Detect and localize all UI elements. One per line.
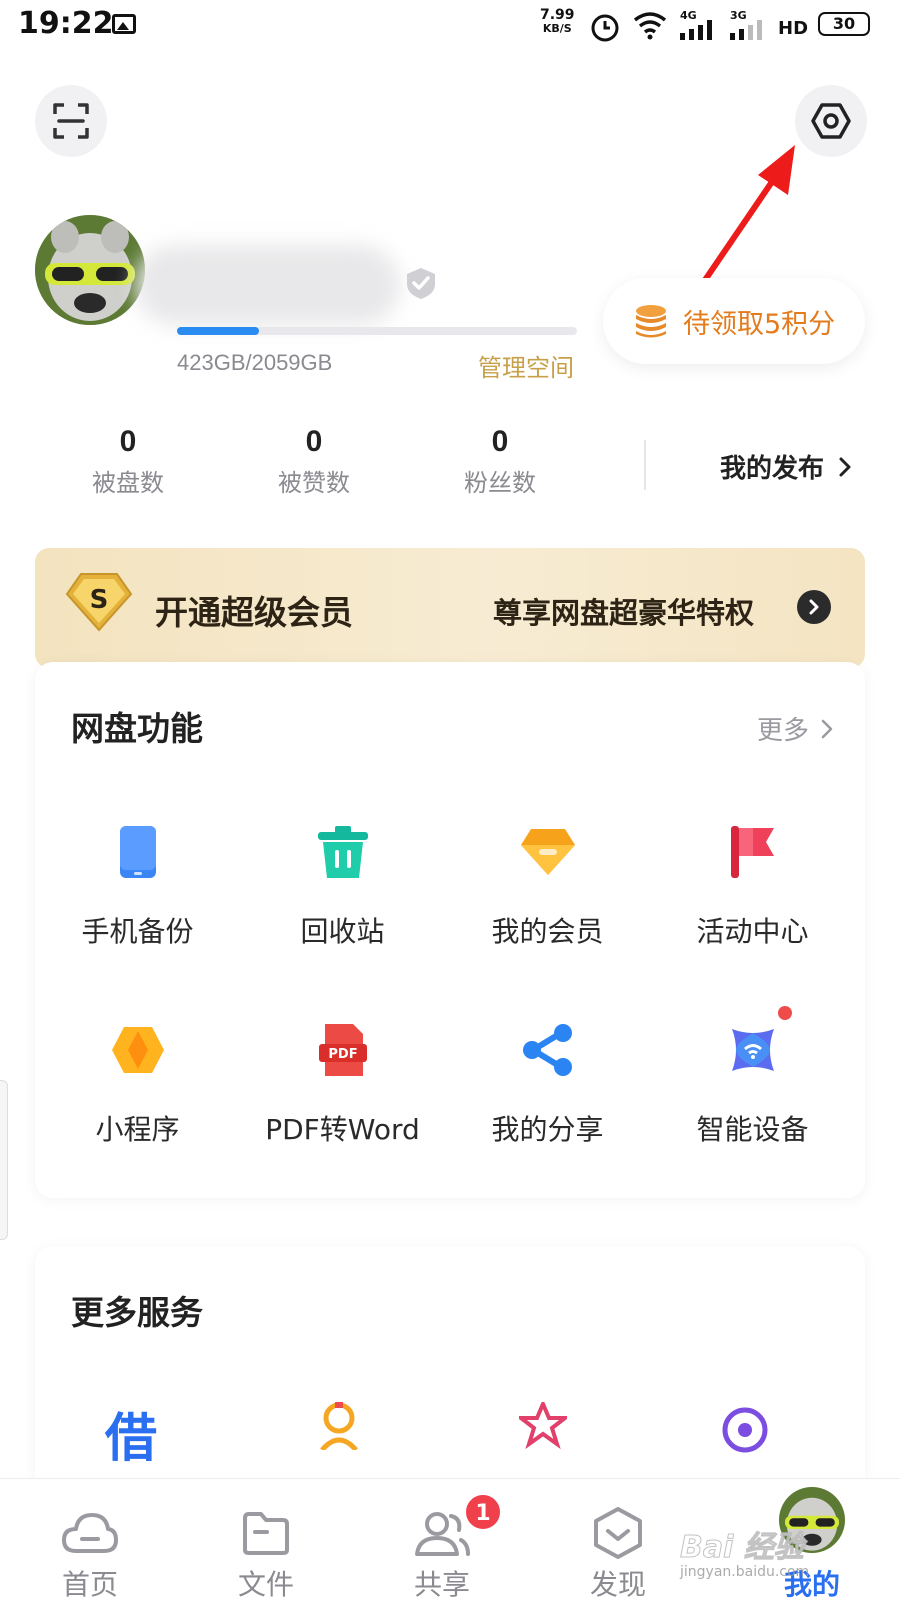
- feature-label: 我的会员: [491, 915, 604, 948]
- alarm-icon: [591, 14, 619, 42]
- net-speed-value: 7.99: [540, 7, 575, 23]
- people-icon: [412, 1505, 472, 1561]
- manage-space-link[interactable]: 管理空间: [478, 348, 574, 383]
- watermark-main: Bai 经验: [680, 1530, 805, 1566]
- coins-icon: [636, 305, 666, 338]
- my-publish-label: 我的发布: [720, 454, 825, 484]
- pdf-icon: PDF: [313, 1020, 373, 1080]
- stat-label: 被盘数: [92, 469, 164, 497]
- feature-my-membership[interactable]: 我的会员: [445, 822, 650, 950]
- vip-diamond-icon: [518, 822, 578, 882]
- stat-value: 0: [305, 425, 323, 458]
- signal-2-icon: [730, 20, 762, 40]
- service-person-icon[interactable]: [318, 1402, 360, 1450]
- stat-label: 被赞数: [278, 469, 350, 497]
- vip-subtitle: 尊享网盘超豪华特权: [493, 596, 755, 630]
- service-loan[interactable]: 借: [105, 1396, 157, 1471]
- feature-smart-device[interactable]: 智能设备: [650, 1006, 855, 1148]
- net-speed: 7.99 KB/S: [540, 8, 575, 36]
- discover-icon: [588, 1505, 648, 1561]
- feature-label: 我的分享: [491, 1113, 604, 1146]
- feature-label: 手机备份: [81, 915, 194, 948]
- feature-recycle-bin[interactable]: 回收站: [240, 822, 445, 950]
- feature-label: 回收站: [300, 915, 385, 948]
- feature-label: PDF转Word: [265, 1113, 420, 1146]
- storage-progress-fill: [177, 327, 259, 335]
- user-avatar[interactable]: [35, 215, 145, 325]
- share-icon: [518, 1020, 578, 1080]
- trash-icon: [313, 822, 373, 882]
- features-card-title: 网盘功能: [71, 709, 203, 748]
- service-target-icon[interactable]: [721, 1406, 769, 1454]
- scan-icon: [53, 103, 89, 139]
- vip-badge-icon: S: [65, 573, 133, 632]
- stat-label: 粉丝数: [464, 469, 536, 497]
- stat-value: 0: [491, 425, 509, 458]
- net-speed-unit: KB/S: [542, 22, 572, 35]
- mini-program-icon: [108, 1020, 168, 1080]
- stat-value: 0: [119, 425, 137, 458]
- storage-progress-bar: [177, 327, 577, 335]
- chevron-right-icon: [809, 599, 819, 615]
- features-more-link[interactable]: 更多: [757, 710, 833, 747]
- feature-label: 小程序: [95, 1113, 180, 1146]
- storage-usage-text: 423GB/2059GB: [177, 350, 333, 375]
- hd-label: HD: [778, 18, 809, 39]
- tab-files[interactable]: 文件: [176, 1479, 356, 1600]
- service-star-icon[interactable]: [519, 1402, 567, 1450]
- services-card-title: 更多服务: [71, 1293, 203, 1332]
- feature-mini-program[interactable]: 小程序: [35, 1020, 240, 1148]
- vip-upgrade-banner[interactable]: S 开通超级会员 尊享网盘超豪华特权: [35, 548, 865, 668]
- tab-label: 首页: [61, 1568, 118, 1600]
- chevron-right-icon: [839, 457, 851, 476]
- feature-label: 智能设备: [696, 1113, 809, 1146]
- username-blurred: [135, 245, 400, 325]
- feature-phone-backup[interactable]: 手机备份: [35, 822, 240, 950]
- avatar-image: [35, 215, 145, 325]
- watermark-sub: jingyan.baidu.com: [680, 1564, 810, 1580]
- stat-followers-count[interactable]: 0 粉丝数: [440, 425, 560, 498]
- folder-icon: [236, 1505, 296, 1561]
- stat-saved-count[interactable]: 0 被盘数: [68, 425, 188, 498]
- cloud-icon: [60, 1505, 120, 1561]
- vip-arrow-button[interactable]: [797, 590, 831, 624]
- stat-likes-count[interactable]: 0 被赞数: [254, 425, 374, 498]
- feature-pdf-to-word[interactable]: PDF PDF转Word: [240, 1020, 445, 1148]
- signal-1-icon: [680, 20, 712, 40]
- more-label: 更多: [756, 716, 809, 746]
- verified-badge-icon: [407, 268, 435, 299]
- side-drawer-handle[interactable]: [0, 1080, 8, 1240]
- my-publish-link[interactable]: 我的发布: [720, 448, 852, 485]
- scan-button[interactable]: [35, 85, 107, 157]
- tab-home[interactable]: 首页: [0, 1479, 180, 1600]
- profile-page: 423GB/2059GB 管理空间 待领取5积分 0 被盘数 0 被赞数 0 粉…: [0, 50, 900, 1600]
- vip-badge-letter: S: [90, 585, 109, 615]
- chevron-right-icon: [821, 719, 833, 738]
- smart-device-icon: [723, 1020, 783, 1080]
- tab-shared[interactable]: 1 共享: [352, 1479, 532, 1600]
- battery-indicator: 30: [818, 12, 870, 36]
- svg-text:PDF: PDF: [328, 1047, 357, 1062]
- feature-my-shares[interactable]: 我的分享: [445, 1020, 650, 1148]
- new-indicator-dot: [778, 1006, 792, 1020]
- vip-title: 开通超级会员: [155, 593, 353, 632]
- flag-icon: [723, 822, 783, 882]
- baidu-jingyan-watermark: Bai 经验 jingyan.baidu.com: [680, 1522, 880, 1592]
- settings-hexagon-icon: [811, 103, 851, 139]
- shared-badge: 1: [464, 1493, 502, 1531]
- status-bar: 19:22 7.99 KB/S 4G 3G HD 30: [0, 0, 900, 50]
- tab-label: 文件: [237, 1568, 294, 1600]
- cloud-features-card: 网盘功能 更多 手机备份 回收站 我的会员 活动中心 小程序 PDF PDF转W…: [35, 662, 865, 1198]
- stats-divider: [644, 440, 646, 490]
- status-time: 19:22: [18, 6, 114, 41]
- phone-backup-icon: [108, 822, 168, 882]
- wifi-icon: [633, 12, 667, 40]
- image-notification-icon: [112, 14, 136, 34]
- feature-activity-center[interactable]: 活动中心: [650, 822, 855, 950]
- tab-label: 共享: [413, 1568, 470, 1600]
- claim-points-button[interactable]: 待领取5积分: [603, 278, 865, 364]
- claim-points-label: 待领取5积分: [683, 308, 836, 340]
- feature-label: 活动中心: [696, 915, 809, 948]
